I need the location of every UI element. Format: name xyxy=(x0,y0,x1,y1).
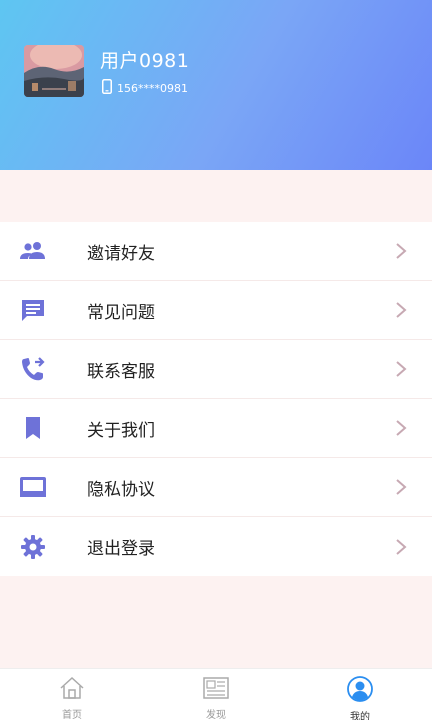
menu-item-label: 邀请好友 xyxy=(87,243,155,264)
tab-label: 我的 xyxy=(350,712,370,720)
tab-home[interactable]: 首页 xyxy=(0,669,144,720)
menu-item-privacy-policy[interactable]: 隐私协议 xyxy=(0,458,432,517)
menu-item-about-us[interactable]: 关于我们 xyxy=(0,399,432,458)
bottom-tab-bar: 首页 发现 我的 xyxy=(0,668,432,720)
menu-list: 邀请好友 常见问题 联系客服 关于我们 隐私协议 退出登录 xyxy=(0,222,432,576)
menu-item-logout[interactable]: 退出登录 xyxy=(0,517,432,576)
chevron-right-icon xyxy=(394,538,408,556)
profile-header: 用户0981 156****0981 xyxy=(0,0,432,170)
phone-forward-icon xyxy=(19,355,47,383)
menu-item-faq[interactable]: 常见问题 xyxy=(0,281,432,340)
message-icon xyxy=(19,296,47,324)
menu-item-invite-friends[interactable]: 邀请好友 xyxy=(0,222,432,281)
phone-row: 156****0981 xyxy=(102,78,188,98)
people-icon xyxy=(19,237,47,265)
bookmark-icon xyxy=(19,414,47,442)
menu-item-label: 退出登录 xyxy=(87,539,155,559)
chevron-right-icon xyxy=(394,419,408,437)
tab-mine[interactable]: 我的 xyxy=(288,669,432,720)
mobile-phone-icon xyxy=(102,78,112,98)
menu-item-contact-service[interactable]: 联系客服 xyxy=(0,340,432,399)
home-icon xyxy=(58,676,86,704)
username: 用户0981 xyxy=(100,50,190,72)
menu-item-label: 常见问题 xyxy=(87,302,155,323)
chevron-right-icon xyxy=(394,478,408,496)
gear-icon xyxy=(19,533,47,561)
keyboard-icon xyxy=(19,473,47,501)
phone-number: 156****0981 xyxy=(117,81,188,95)
user-icon xyxy=(346,676,374,706)
news-icon xyxy=(202,676,230,704)
avatar[interactable] xyxy=(24,45,84,97)
tab-label: 首页 xyxy=(62,710,82,720)
chevron-right-icon xyxy=(394,242,408,260)
chevron-right-icon xyxy=(394,301,408,319)
menu-item-label: 隐私协议 xyxy=(87,479,155,500)
tab-label: 发现 xyxy=(206,710,226,720)
chevron-right-icon xyxy=(394,360,408,378)
menu-item-label: 关于我们 xyxy=(87,420,155,441)
menu-item-label: 联系客服 xyxy=(87,361,155,382)
tab-discover[interactable]: 发现 xyxy=(144,669,288,720)
